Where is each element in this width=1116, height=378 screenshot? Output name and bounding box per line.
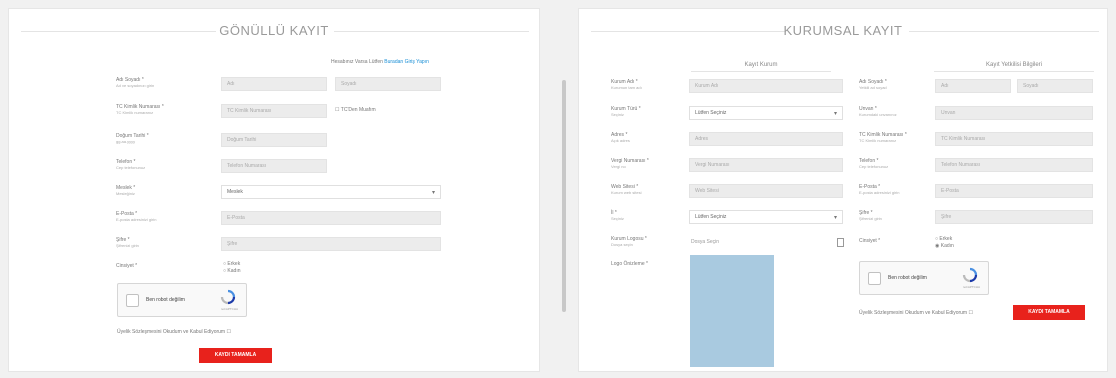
official-section-heading: Kayıt Yetkilisi Bilgileri: [985, 62, 1043, 68]
logo-preview-image: [690, 255, 774, 367]
login-prompt-text: Hesabınız Varsa Lütfen: [331, 59, 383, 65]
website-label: Web Sitesi * Kurum web sitesi: [611, 184, 642, 195]
title-divider-right: [334, 31, 529, 32]
recaptcha-checkbox[interactable]: [868, 272, 881, 285]
tc-exempt-checkbox[interactable]: ☐ TC'Den Muafım: [335, 107, 376, 113]
page-scrollbar[interactable]: [562, 80, 566, 312]
recaptcha-brand: reCAPTCHA: [962, 285, 980, 289]
birthdate-input[interactable]: Doğum Tarihi: [221, 133, 327, 147]
official-phone-label: Telefon * Cep telefonunuz: [859, 158, 889, 169]
institution-section-divider: [691, 71, 831, 72]
official-gender-radio-group: ○ Erkek ◉ Kadın: [935, 236, 954, 250]
password-label: Şifre * Şifrenizi girin: [116, 237, 139, 248]
logo-file-input[interactable]: Dosya Seçin: [691, 239, 719, 245]
phone-input[interactable]: Telefon Numarası: [221, 159, 327, 173]
last-name-input[interactable]: Soyadı: [335, 77, 441, 91]
address-input[interactable]: Adres: [689, 132, 843, 146]
email-input[interactable]: E-Posta: [221, 211, 441, 225]
name-label: Adı Soyadı * Ad ve soyadınızı girin: [116, 77, 155, 88]
logo-preview-label: Logo Önizleme *: [611, 261, 648, 267]
recaptcha-label: Ben robot değilim: [888, 275, 927, 281]
city-label: İl * Seçiniz: [611, 210, 624, 221]
tc-label: TC Kimlik Numarası * TC Kimlik numaranız: [116, 104, 164, 115]
official-gender-label: Cinsiyet *: [859, 238, 881, 244]
password-input[interactable]: Şifre: [221, 237, 441, 251]
logo-label: Kurum Logosu * Dosya seçin: [611, 236, 647, 247]
tax-number-label: Vergi Numarası * Vergi no: [611, 158, 649, 169]
title-divider-right: [909, 31, 1099, 32]
city-select[interactable]: Lütfen Seçiniz ▾: [689, 210, 843, 224]
official-phone-input[interactable]: Telefon Numarası: [935, 158, 1093, 172]
recaptcha-widget: Ben robot değilim reCAPTCHA: [117, 283, 247, 317]
official-section-divider: [934, 71, 1094, 72]
tax-number-input[interactable]: Vergi Numarası: [689, 158, 843, 172]
recaptcha-checkbox[interactable]: [126, 294, 139, 307]
corporate-registration-panel: KURUMSAL KAYIT Kayıt Kurum Kayıt Yetkili…: [578, 8, 1108, 372]
title-label: Unvan * Kurumdaki unvanınız: [859, 106, 897, 117]
gender-radio-female[interactable]: ○ Kadın: [223, 268, 241, 275]
occupation-label: Meslek * Mesleğiniz: [116, 185, 136, 196]
address-label: Adres * Açık adres: [611, 132, 630, 143]
institution-section-heading: Kayıt Kurum: [744, 62, 778, 68]
occupation-select-value: Meslek: [227, 189, 243, 195]
recaptcha-brand: reCAPTCHA: [220, 307, 238, 311]
gender-radio-group: ○ Erkek ○ Kadın: [223, 261, 241, 275]
first-name-input[interactable]: Adı: [221, 77, 327, 91]
recaptcha-logo-icon: [962, 267, 978, 283]
institution-type-select[interactable]: Lütfen Seçiniz ▾: [689, 106, 843, 120]
official-email-label: E-Posta * E-posta adresinizi girin: [859, 184, 900, 195]
occupation-select[interactable]: Meslek ▾: [221, 185, 441, 199]
institution-type-label: Kurum Türü * Seçiniz: [611, 106, 641, 117]
volunteer-registration-panel: GÖNÜLLÜ KAYIT Hesabınız Varsa Lütfen Bur…: [8, 8, 540, 372]
institution-type-value: Lütfen Seçiniz: [695, 110, 727, 116]
official-email-input[interactable]: E-Posta: [935, 184, 1093, 198]
gender-radio-male[interactable]: ○ Erkek: [223, 261, 241, 268]
chevron-down-icon: ▾: [833, 215, 837, 221]
city-select-value: Lütfen Seçiniz: [695, 214, 727, 220]
birthdate-label: Doğum Tarihi * gg.aa.yyyy: [116, 133, 149, 144]
terms-checkbox[interactable]: Üyelik Sözleşmesini Okudum ve Kabul Ediy…: [859, 310, 973, 316]
official-last-name-input[interactable]: Soyadı: [1017, 79, 1093, 93]
official-first-name-input[interactable]: Adı: [935, 79, 1011, 93]
official-gender-radio-male[interactable]: ○ Erkek: [935, 236, 954, 243]
institution-name-input[interactable]: Kurum Adı: [689, 79, 843, 93]
phone-label: Telefon * Cep telefonunuz: [116, 159, 146, 170]
official-name-label: Adı Soyadı * Yetkili ad soyad: [859, 79, 887, 90]
email-label: E-Posta * E-posta adresinizi girin: [116, 211, 157, 222]
recaptcha-label: Ben robot değilim: [146, 297, 185, 303]
recaptcha-widget: Ben robot değilim reCAPTCHA: [859, 261, 989, 295]
official-tc-input[interactable]: TC Kimlik Numarası: [935, 132, 1093, 146]
institution-name-label: Kurum Adı * Kurumun tam adı: [611, 79, 642, 90]
upload-file-icon[interactable]: [837, 238, 844, 247]
recaptcha-logo-icon: [220, 289, 236, 305]
official-password-label: Şifre * Şifrenizi girin: [859, 210, 882, 221]
official-gender-radio-female[interactable]: ◉ Kadın: [935, 243, 954, 250]
corporate-submit-button[interactable]: KAYDI TAMAMLA: [1013, 305, 1085, 320]
tc-input[interactable]: TC Kimlik Numarası: [221, 104, 327, 118]
website-input[interactable]: Web Sitesi: [689, 184, 843, 198]
official-password-input[interactable]: Şifre: [935, 210, 1093, 224]
gender-label: Cinsiyet *: [116, 263, 138, 269]
terms-checkbox[interactable]: Üyelik Sözleşmesini Okudum ve Kabul Ediy…: [117, 329, 231, 335]
title-input[interactable]: Unvan: [935, 106, 1093, 120]
login-link[interactable]: Buradan Giriş Yapın: [384, 59, 429, 65]
official-tc-label: TC Kimlik Numarası * TC Kimlik numaranız: [859, 132, 907, 143]
chevron-down-icon: ▾: [431, 190, 435, 196]
volunteer-submit-button[interactable]: KAYDI TAMAMLA: [199, 348, 272, 363]
login-prompt: Hesabınız Varsa Lütfen Buradan Giriş Yap…: [331, 59, 429, 65]
chevron-down-icon: ▾: [833, 111, 837, 117]
